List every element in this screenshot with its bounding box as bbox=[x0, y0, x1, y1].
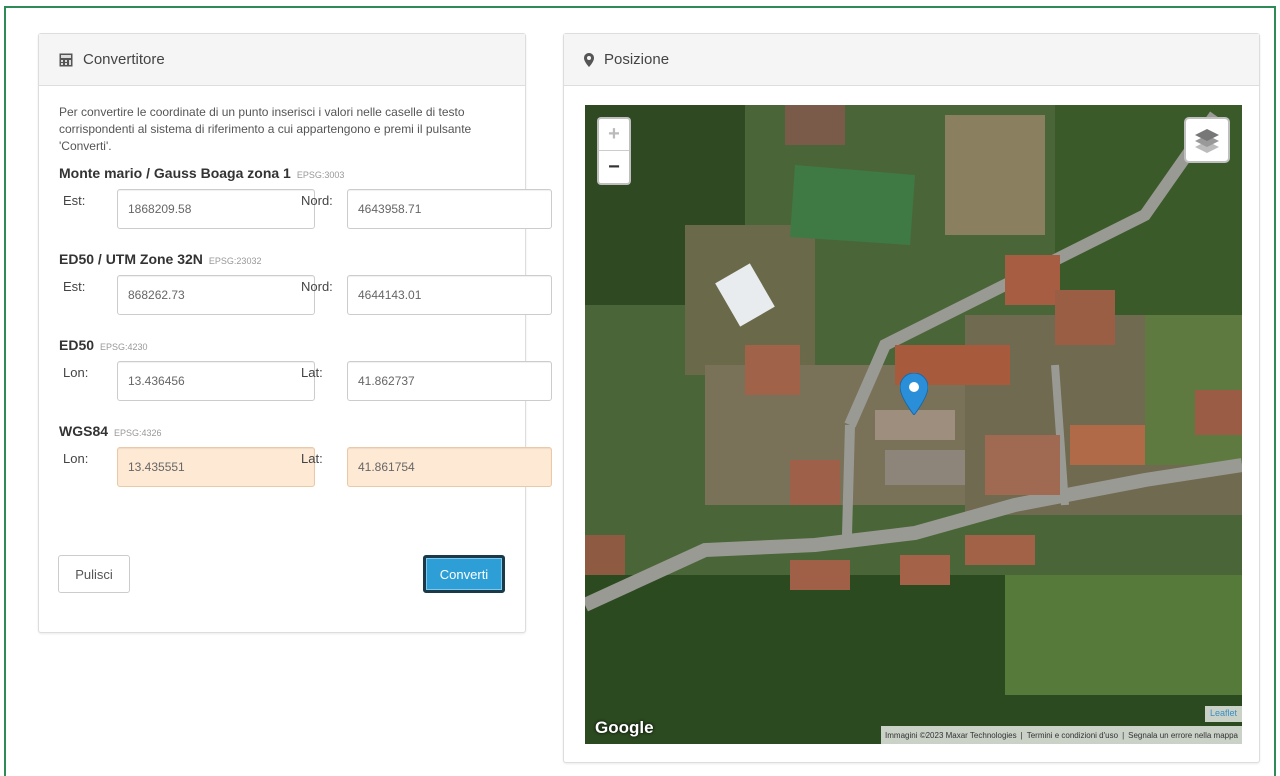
position-title: Posizione bbox=[604, 51, 670, 68]
lon-label: Lon: bbox=[63, 365, 89, 380]
layers-icon bbox=[1195, 129, 1219, 153]
converter-title: Convertitore bbox=[83, 51, 165, 68]
map-attribution: Immagini ©2023 Maxar Technologies | Term… bbox=[881, 726, 1242, 744]
gauss-boaga-nord-input[interactable] bbox=[347, 189, 552, 229]
google-logo: Google bbox=[595, 718, 654, 737]
system-title-ed50-utm: ED50 / UTM Zone 32N EPSG:23032 bbox=[59, 251, 262, 267]
ed50-utm-nord-input[interactable] bbox=[347, 275, 552, 315]
nord-label: Nord: bbox=[301, 279, 333, 294]
leaflet-link[interactable]: Leaflet bbox=[1204, 706, 1242, 722]
epsg-code: EPSG:23032 bbox=[208, 256, 262, 266]
instructions-text: Per convertire le coordinate di un punto… bbox=[59, 105, 472, 153]
system-title-gauss-boaga: Monte mario / Gauss Boaga zona 1 EPSG:30… bbox=[59, 165, 345, 181]
ed50-lat-input[interactable] bbox=[347, 361, 552, 401]
lat-label: Lat: bbox=[301, 451, 323, 466]
clear-button[interactable]: Pulisci bbox=[58, 555, 130, 593]
system-title-wgs84: WGS84 EPSG:4326 bbox=[59, 423, 162, 439]
layers-button[interactable] bbox=[1184, 117, 1230, 163]
position-panel: Posizione + − Google Leaflet Immagini ©2… bbox=[563, 33, 1260, 763]
position-heading: Posizione bbox=[564, 34, 1259, 86]
imagery-credit: Immagini ©2023 Maxar Technologies bbox=[885, 730, 1017, 740]
zoom-out-button[interactable]: − bbox=[599, 151, 629, 183]
lat-label: Lat: bbox=[301, 365, 323, 380]
zoom-in-button[interactable]: + bbox=[599, 119, 629, 151]
field-row-ed50: Lon: Lat: bbox=[59, 361, 552, 413]
calculator-icon bbox=[59, 53, 73, 67]
field-row-wgs84: Lon: Lat: bbox=[59, 447, 552, 499]
zoom-control: + − bbox=[597, 117, 631, 185]
convert-button[interactable]: Converti bbox=[423, 555, 505, 593]
gauss-boaga-est-input[interactable] bbox=[117, 189, 315, 229]
lon-label: Lon: bbox=[63, 451, 89, 466]
field-row-ed50-utm: Est: Nord: bbox=[59, 275, 552, 327]
system-title-ed50: ED50 EPSG:4230 bbox=[59, 337, 148, 353]
epsg-code: EPSG:4230 bbox=[100, 342, 148, 352]
est-label: Est: bbox=[63, 193, 86, 208]
location-marker-icon[interactable] bbox=[899, 372, 929, 420]
converter-panel: Convertitore Per convertire le coordinat… bbox=[38, 33, 552, 633]
map-view[interactable]: + − Google Leaflet Immagini ©2023 Maxar … bbox=[585, 105, 1242, 744]
epsg-code: EPSG:4326 bbox=[114, 428, 162, 438]
report-error-link[interactable]: Segnala un errore nella mappa bbox=[1128, 731, 1238, 740]
epsg-code: EPSG:3003 bbox=[296, 170, 345, 180]
est-label: Est: bbox=[63, 279, 86, 294]
field-row-gauss-boaga: Est: Nord: bbox=[59, 189, 552, 241]
wgs84-lon-input[interactable] bbox=[117, 447, 315, 487]
terms-link[interactable]: Termini e condizioni d'uso bbox=[1027, 731, 1118, 740]
satellite-imagery bbox=[585, 105, 1242, 744]
map-marker-icon bbox=[584, 52, 594, 67]
ed50-lon-input[interactable] bbox=[117, 361, 315, 401]
wgs84-lat-input[interactable] bbox=[347, 447, 552, 487]
nord-label: Nord: bbox=[301, 193, 333, 208]
converter-heading: Convertitore bbox=[39, 34, 525, 86]
ed50-utm-est-input[interactable] bbox=[117, 275, 315, 315]
